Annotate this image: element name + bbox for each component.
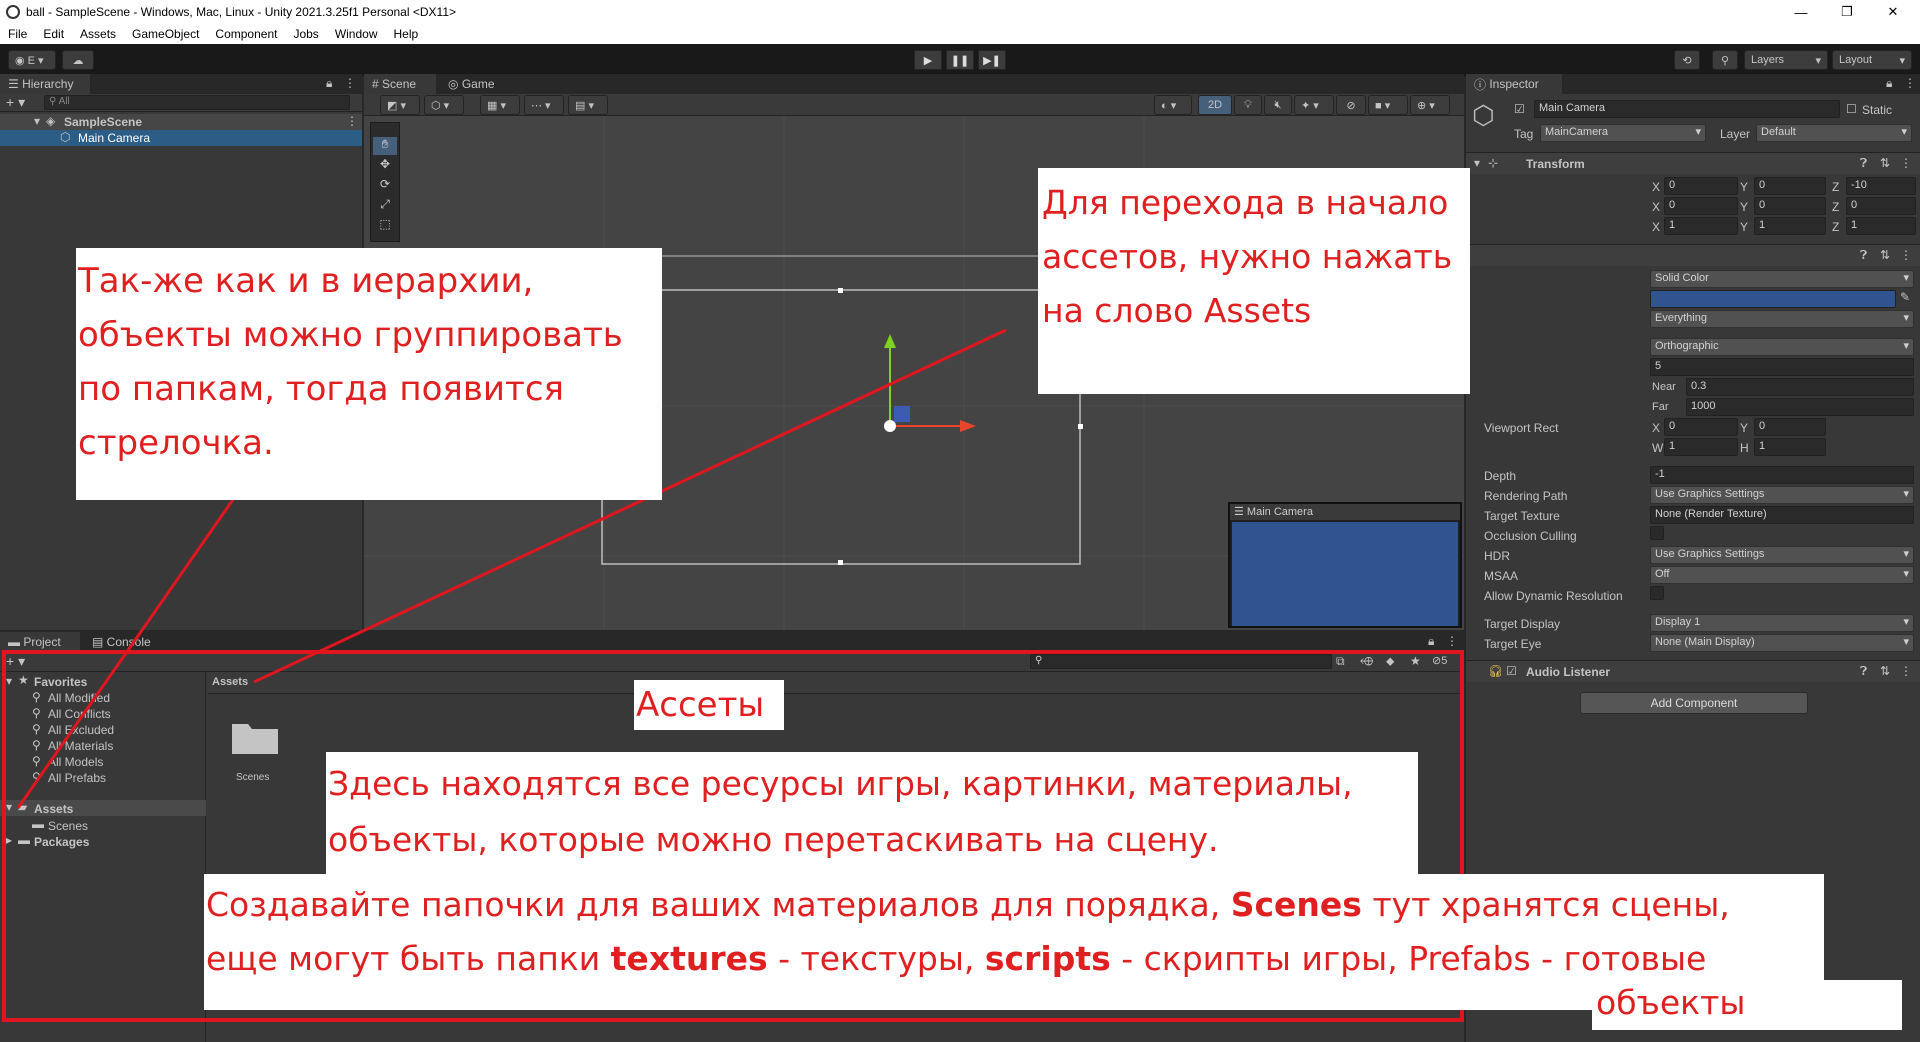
note-folders-advice: Создавайте папочки для ваших материалов … [204, 874, 1824, 1010]
note-assets-navigation: Для перехода в начало ассетов, нужно наж… [1038, 168, 1470, 394]
note-folder-grouping: Так-же как и в иерархии, объекты можно г… [76, 248, 662, 500]
pointer-line-folder [16, 457, 264, 809]
note-resources: Здесь находятся все ресурсы игры, картин… [326, 752, 1418, 874]
note-folders-tail: объекты [1592, 980, 1902, 1030]
note-folders-line-2: еще могут быть папки textures - текстуры… [206, 939, 1707, 978]
note-folders-line-1: Создавайте папочки для ваших материалов … [206, 885, 1730, 924]
note-assets-title: Ассеты [634, 680, 784, 730]
